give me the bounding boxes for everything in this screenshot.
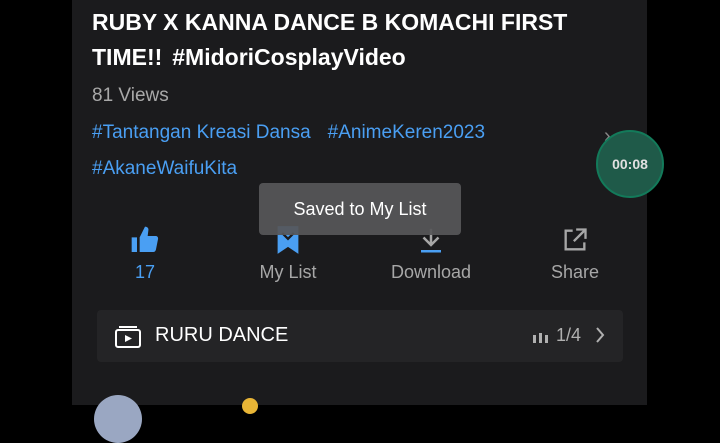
thumbs-up-icon [90,222,200,258]
toast-message: Saved to My List [259,183,461,235]
hashtag-link[interactable]: #Tantangan Kreasi Dansa [92,122,311,143]
view-count: 81 Views [92,85,169,106]
floating-timer[interactable]: 00:08 [596,130,664,198]
download-label: Download [390,262,472,282]
hashtag-link[interactable]: #AkaneWaifuKita [92,158,237,179]
bars-icon [533,330,549,348]
share-button[interactable]: Share [520,222,630,283]
avatar[interactable] [94,395,142,443]
my-list-label: My List [259,262,317,282]
playlist-name: RURU DANCE [155,324,289,346]
playlist-bar[interactable]: RURU DANCE 1/4 [97,310,623,362]
hashtag-row-2: #AkaneWaifuKita [92,158,254,180]
playlist-icon [115,326,141,353]
video-title-hashtag[interactable]: #MidoriCosplayVideo [172,44,405,70]
share-label: Share [550,262,600,282]
like-button[interactable]: 17 [90,222,200,283]
hashtag-link[interactable]: #AnimeKeren2023 [328,122,485,143]
share-icon [520,222,630,258]
chevron-right-icon [595,326,605,349]
video-title: RUBY X KANNA DANCE B KOMACHI FIRST TIME!… [92,5,612,75]
hashtag-row-1: #Tantangan Kreasi Dansa #AnimeKeren2023 [92,122,502,144]
playlist-count: 1/4 [556,325,582,345]
like-count: 17 [134,262,156,282]
creator-badge-icon [242,398,258,414]
